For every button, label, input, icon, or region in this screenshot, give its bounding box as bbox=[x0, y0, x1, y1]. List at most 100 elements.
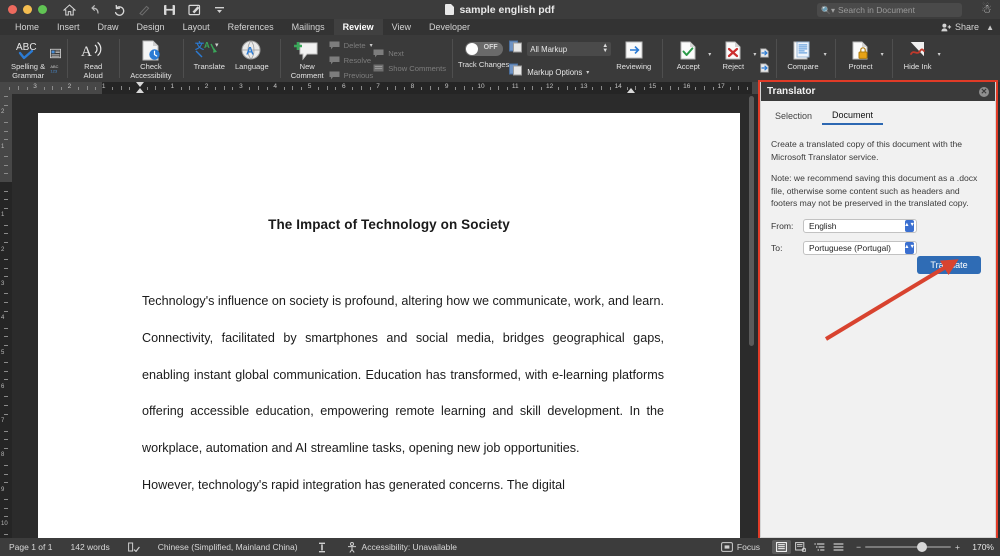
markup-mode-select[interactable]: All Markup ▲ ▼ bbox=[527, 42, 612, 56]
web-layout-icon[interactable] bbox=[791, 540, 810, 554]
vertical-ruler[interactable]: 2 1 1 2 3 4 5 6 7 8 9 10 bbox=[0, 94, 12, 538]
reject-caret-icon[interactable]: ▾ bbox=[753, 51, 756, 58]
delete-caret-icon[interactable]: ▾ bbox=[370, 42, 373, 49]
vertical-ruler-tick bbox=[4, 336, 8, 338]
tab-home[interactable]: Home bbox=[6, 19, 48, 35]
zoom-in-button[interactable]: + bbox=[955, 542, 960, 552]
page-indicator[interactable]: Page 1 of 1 bbox=[0, 542, 61, 552]
undo-icon[interactable] bbox=[87, 3, 102, 18]
edit-icon[interactable] bbox=[187, 3, 202, 18]
minimize-window-button[interactable] bbox=[23, 5, 32, 14]
markup-mode-value: All Markup bbox=[530, 44, 568, 54]
protect-caret-icon[interactable]: ▾ bbox=[881, 51, 884, 58]
tab-document[interactable]: Document bbox=[822, 107, 884, 125]
reject-button[interactable]: Reject bbox=[713, 37, 753, 81]
zoom-level-label[interactable]: 170% bbox=[964, 542, 994, 552]
tab-developer[interactable]: Developer bbox=[420, 19, 479, 35]
search-input[interactable]: 🔍▾ Search in Document bbox=[817, 3, 962, 17]
protect-button[interactable]: Protect bbox=[841, 37, 881, 81]
save-icon[interactable] bbox=[162, 3, 177, 18]
close-window-button[interactable] bbox=[8, 5, 17, 14]
delete-comment-button[interactable]: Delete ▾ bbox=[329, 40, 374, 51]
close-icon[interactable]: ✕ bbox=[979, 86, 989, 97]
zoom-control[interactable]: − + 170% bbox=[856, 542, 994, 552]
to-language-select[interactable]: Portuguese (Portugal) ▲▼ bbox=[803, 240, 917, 255]
zoom-out-button[interactable]: − bbox=[856, 542, 861, 552]
share-person-icon bbox=[941, 23, 952, 31]
check-accessibility-button[interactable]: Check Accessibility bbox=[125, 37, 176, 81]
print-layout-icon[interactable] bbox=[772, 540, 792, 554]
right-indent-marker[interactable] bbox=[627, 88, 635, 93]
customize-toolbar-icon[interactable] bbox=[212, 3, 227, 18]
compare-caret-icon[interactable]: ▾ bbox=[824, 51, 827, 58]
previous-comment-button[interactable]: Previous bbox=[329, 70, 373, 81]
ruler-number: 6 bbox=[341, 83, 346, 90]
zoom-slider[interactable] bbox=[865, 542, 952, 552]
tab-mailings[interactable]: Mailings bbox=[283, 19, 334, 35]
tab-references[interactable]: References bbox=[219, 19, 283, 35]
document-canvas[interactable]: The Impact of Technology on Society Tech… bbox=[12, 94, 756, 538]
markup-options-row[interactable]: Markup Options ▾ bbox=[509, 63, 611, 81]
focus-button[interactable]: Focus bbox=[713, 542, 768, 553]
next-change-button[interactable] bbox=[759, 63, 770, 74]
first-line-indent-marker[interactable] bbox=[136, 82, 144, 87]
accept-button[interactable]: Accept bbox=[668, 37, 708, 81]
format-painter-icon[interactable] bbox=[137, 3, 152, 18]
resolve-comment-button[interactable]: Resolve bbox=[329, 55, 374, 66]
redo-icon[interactable] bbox=[112, 3, 127, 18]
markup-options-caret-icon[interactable]: ▾ bbox=[586, 69, 589, 76]
compare-button[interactable]: Compare bbox=[782, 37, 823, 81]
document-scrollbar[interactable] bbox=[749, 96, 754, 346]
translator-tabs: Selection Document bbox=[761, 107, 995, 129]
zoom-slider-knob[interactable] bbox=[917, 542, 928, 552]
next-change-icon bbox=[759, 63, 770, 74]
track-changes-toggle[interactable]: OFF bbox=[464, 42, 503, 56]
accessibility-indicator[interactable]: Accessibility: Unavailable bbox=[337, 541, 466, 553]
tab-view[interactable]: View bbox=[383, 19, 420, 35]
layout-indicator[interactable] bbox=[307, 542, 337, 553]
word-count-indicator[interactable]: 142 words bbox=[61, 542, 118, 552]
language-button[interactable]: A Language bbox=[230, 37, 274, 81]
tab-design[interactable]: Design bbox=[128, 19, 174, 35]
from-language-select[interactable]: English ▲▼ bbox=[803, 218, 917, 233]
tab-selection[interactable]: Selection bbox=[765, 107, 822, 125]
left-indent-marker[interactable] bbox=[136, 88, 144, 93]
previous-change-button[interactable] bbox=[759, 48, 770, 59]
spelling-grammar-button[interactable]: ABC Spelling & Grammar bbox=[6, 37, 50, 81]
collapse-ribbon-icon[interactable]: ▲ bbox=[986, 23, 994, 32]
translator-panel[interactable]: Translator ✕ Selection Document Create a… bbox=[760, 82, 996, 538]
new-comment-button[interactable]: New Comment bbox=[286, 37, 329, 81]
language-indicator[interactable]: Chinese (Simplified, Mainland China) bbox=[149, 542, 307, 552]
word-count-button[interactable]: ABC 123 bbox=[50, 63, 61, 74]
translate-button[interactable]: 文 A ▾ Translate bbox=[189, 37, 230, 81]
maximize-window-button[interactable] bbox=[38, 5, 47, 14]
hide-ink-button[interactable]: Hide Ink bbox=[898, 37, 938, 81]
tab-review[interactable]: Review bbox=[333, 19, 383, 35]
read-aloud-button[interactable]: A Read Aloud bbox=[73, 37, 113, 81]
share-button[interactable]: Share bbox=[941, 22, 979, 32]
ruler-tick bbox=[712, 87, 714, 90]
accept-caret-icon[interactable]: ▾ bbox=[708, 51, 711, 58]
tab-draw[interactable]: Draw bbox=[89, 19, 128, 35]
home-icon[interactable] bbox=[62, 3, 77, 18]
document-page[interactable]: The Impact of Technology on Society Tech… bbox=[38, 113, 740, 538]
proofing-status[interactable] bbox=[119, 542, 149, 553]
tab-layout[interactable]: Layout bbox=[174, 19, 219, 35]
ruler-tick bbox=[9, 87, 11, 90]
ruler-tick bbox=[489, 87, 491, 90]
account-icon[interactable]: ☃ bbox=[981, 2, 992, 16]
vertical-ruler-number: 3 bbox=[1, 280, 5, 287]
document-body[interactable]: Technology's influence on society is pro… bbox=[142, 283, 664, 504]
thesaurus-button[interactable] bbox=[50, 48, 62, 59]
reviewing-pane-button[interactable]: Reviewing bbox=[611, 37, 656, 81]
ruler-number: 2 bbox=[67, 83, 72, 90]
track-changes-button[interactable]: OFF Track Changes bbox=[458, 37, 509, 81]
translate-label: Translate bbox=[193, 62, 225, 71]
next-comment-button[interactable]: Next bbox=[373, 48, 446, 59]
tab-insert[interactable]: Insert bbox=[48, 19, 89, 35]
translate-submit-button[interactable]: Translate bbox=[917, 256, 981, 274]
show-comments-button[interactable]: Show Comments bbox=[373, 63, 446, 74]
outline-icon[interactable] bbox=[810, 540, 829, 554]
hide-ink-caret-icon[interactable]: ▾ bbox=[938, 51, 941, 58]
draft-icon[interactable] bbox=[829, 540, 848, 554]
